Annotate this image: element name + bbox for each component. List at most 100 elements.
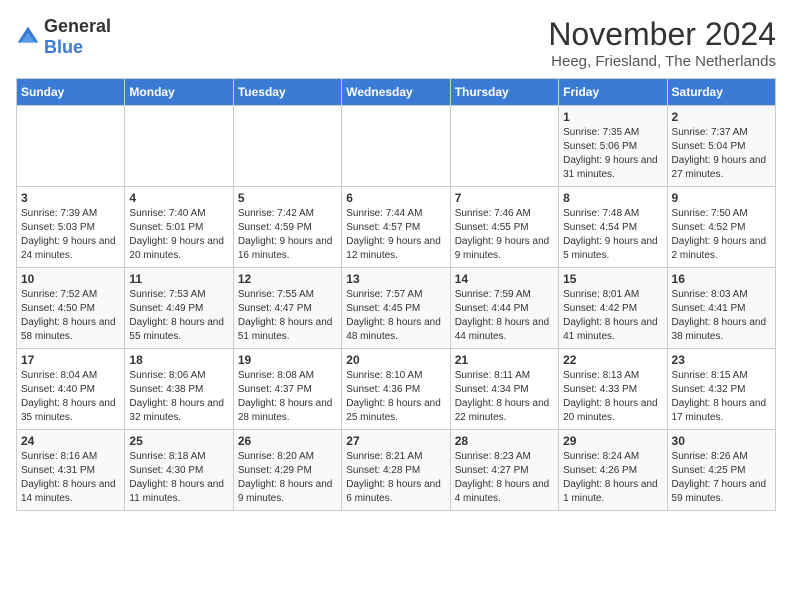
day-info: Sunrise: 7:40 AM Sunset: 5:01 PM Dayligh… xyxy=(129,207,228,263)
logo-blue-text: Blue xyxy=(44,37,83,57)
calendar-cell: 30 Sunrise: 8:26 AM Sunset: 4:25 PM Dayli… xyxy=(667,430,775,511)
calendar-cell: 27 Sunrise: 8:21 AM Sunset: 4:28 PM Dayli… xyxy=(342,430,450,511)
day-info: Sunrise: 8:21 AM Sunset: 4:28 PM Dayligh… xyxy=(346,450,445,506)
logo-icon xyxy=(16,25,40,49)
day-number: 22 xyxy=(563,353,662,367)
day-number: 23 xyxy=(672,353,771,367)
day-info: Sunrise: 8:26 AM Sunset: 4:25 PM Dayligh… xyxy=(672,450,771,506)
day-number: 19 xyxy=(238,353,337,367)
calendar-cell: 23 Sunrise: 8:15 AM Sunset: 4:32 PM Dayli… xyxy=(667,349,775,430)
day-info: Sunrise: 8:18 AM Sunset: 4:30 PM Dayligh… xyxy=(129,450,228,506)
calendar-cell xyxy=(125,106,233,187)
day-number: 10 xyxy=(21,272,120,286)
calendar-cell: 13Sunrise: 7:57 AM Sunset: 4:45 PM Dayli… xyxy=(342,268,450,349)
month-title: November 2024 xyxy=(548,16,776,53)
calendar-cell: 20 Sunrise: 8:10 AM Sunset: 4:36 PM Dayli… xyxy=(342,349,450,430)
day-number: 15 xyxy=(563,272,662,286)
day-info: Sunrise: 8:23 AM Sunset: 4:27 PM Dayligh… xyxy=(455,450,554,506)
day-info: Sunrise: 7:55 AM Sunset: 4:47 PM Dayligh… xyxy=(238,288,337,344)
calendar-cell: 19 Sunrise: 8:08 AM Sunset: 4:37 PM Dayli… xyxy=(233,349,341,430)
calendar-cell: 25 Sunrise: 8:18 AM Sunset: 4:30 PM Dayli… xyxy=(125,430,233,511)
location-title: Heeg, Friesland, The Netherlands xyxy=(548,53,776,70)
day-number: 28 xyxy=(455,434,554,448)
calendar-cell: 6 Sunrise: 7:44 AM Sunset: 4:57 PM Daylig… xyxy=(342,187,450,268)
day-number: 14 xyxy=(455,272,554,286)
header-tuesday: Tuesday xyxy=(233,79,341,106)
day-info: Sunrise: 7:44 AM Sunset: 4:57 PM Dayligh… xyxy=(346,207,445,263)
calendar-cell xyxy=(233,106,341,187)
day-info: Sunrise: 7:50 AM Sunset: 4:52 PM Dayligh… xyxy=(672,207,771,263)
day-number: 2 xyxy=(672,110,771,124)
day-info: Sunrise: 8:03 AM Sunset: 4:41 PM Dayligh… xyxy=(672,288,771,344)
day-number: 16 xyxy=(672,272,771,286)
calendar-cell: 15 Sunrise: 8:01 AM Sunset: 4:42 PM Dayli… xyxy=(559,268,667,349)
calendar-cell: 11Sunrise: 7:53 AM Sunset: 4:49 PM Dayli… xyxy=(125,268,233,349)
day-info: Sunrise: 7:52 AM Sunset: 4:50 PM Dayligh… xyxy=(21,288,120,344)
day-info: Sunrise: 8:01 AM Sunset: 4:42 PM Dayligh… xyxy=(563,288,662,344)
day-number: 30 xyxy=(672,434,771,448)
day-number: 26 xyxy=(238,434,337,448)
header-friday: Friday xyxy=(559,79,667,106)
calendar-cell: 2 Sunrise: 7:37 AM Sunset: 5:04 PM Daylig… xyxy=(667,106,775,187)
calendar-cell: 26 Sunrise: 8:20 AM Sunset: 4:29 PM Dayli… xyxy=(233,430,341,511)
calendar-cell: 8Sunrise: 7:48 AM Sunset: 4:54 PM Daylig… xyxy=(559,187,667,268)
day-info: Sunrise: 7:46 AM Sunset: 4:55 PM Dayligh… xyxy=(455,207,554,263)
day-info: Sunrise: 8:10 AM Sunset: 4:36 PM Dayligh… xyxy=(346,369,445,425)
header-saturday: Saturday xyxy=(667,79,775,106)
calendar-header-row: SundayMondayTuesdayWednesdayThursdayFrid… xyxy=(17,79,776,106)
calendar-cell: 1 Sunrise: 7:35 AM Sunset: 5:06 PM Daylig… xyxy=(559,106,667,187)
day-info: Sunrise: 7:59 AM Sunset: 4:44 PM Dayligh… xyxy=(455,288,554,344)
week-row-3: 10 Sunrise: 7:52 AM Sunset: 4:50 PM Dayli… xyxy=(17,268,776,349)
calendar-table: SundayMondayTuesdayWednesdayThursdayFrid… xyxy=(16,78,776,511)
day-number: 1 xyxy=(563,110,662,124)
header-sunday: Sunday xyxy=(17,79,125,106)
day-number: 25 xyxy=(129,434,228,448)
week-row-2: 3Sunrise: 7:39 AM Sunset: 5:03 PM Daylig… xyxy=(17,187,776,268)
calendar-cell: 4Sunrise: 7:40 AM Sunset: 5:01 PM Daylig… xyxy=(125,187,233,268)
day-info: Sunrise: 8:04 AM Sunset: 4:40 PM Dayligh… xyxy=(21,369,120,425)
day-number: 27 xyxy=(346,434,445,448)
day-number: 17 xyxy=(21,353,120,367)
day-number: 13 xyxy=(346,272,445,286)
day-number: 6 xyxy=(346,191,445,205)
day-info: Sunrise: 8:20 AM Sunset: 4:29 PM Dayligh… xyxy=(238,450,337,506)
day-info: Sunrise: 7:35 AM Sunset: 5:06 PM Dayligh… xyxy=(563,126,662,182)
calendar-cell: 7 Sunrise: 7:46 AM Sunset: 4:55 PM Daylig… xyxy=(450,187,558,268)
calendar-cell: 22 Sunrise: 8:13 AM Sunset: 4:33 PM Dayli… xyxy=(559,349,667,430)
header: General Blue November 2024 Heeg, Friesla… xyxy=(16,16,776,70)
calendar-cell: 14 Sunrise: 7:59 AM Sunset: 4:44 PM Dayli… xyxy=(450,268,558,349)
header-thursday: Thursday xyxy=(450,79,558,106)
day-info: Sunrise: 8:06 AM Sunset: 4:38 PM Dayligh… xyxy=(129,369,228,425)
header-monday: Monday xyxy=(125,79,233,106)
calendar-cell: 24Sunrise: 8:16 AM Sunset: 4:31 PM Dayli… xyxy=(17,430,125,511)
day-number: 11 xyxy=(129,272,228,286)
calendar-cell: 29 Sunrise: 8:24 AM Sunset: 4:26 PM Dayli… xyxy=(559,430,667,511)
week-row-5: 24Sunrise: 8:16 AM Sunset: 4:31 PM Dayli… xyxy=(17,430,776,511)
calendar-cell: 12Sunrise: 7:55 AM Sunset: 4:47 PM Dayli… xyxy=(233,268,341,349)
calendar-cell: 21 Sunrise: 8:11 AM Sunset: 4:34 PM Dayli… xyxy=(450,349,558,430)
calendar-cell: 28 Sunrise: 8:23 AM Sunset: 4:27 PM Dayli… xyxy=(450,430,558,511)
calendar-cell xyxy=(17,106,125,187)
day-info: Sunrise: 8:13 AM Sunset: 4:33 PM Dayligh… xyxy=(563,369,662,425)
day-number: 20 xyxy=(346,353,445,367)
week-row-4: 17 Sunrise: 8:04 AM Sunset: 4:40 PM Dayli… xyxy=(17,349,776,430)
day-number: 21 xyxy=(455,353,554,367)
day-number: 7 xyxy=(455,191,554,205)
calendar-cell: 3Sunrise: 7:39 AM Sunset: 5:03 PM Daylig… xyxy=(17,187,125,268)
day-info: Sunrise: 7:37 AM Sunset: 5:04 PM Dayligh… xyxy=(672,126,771,182)
day-number: 5 xyxy=(238,191,337,205)
day-info: Sunrise: 7:48 AM Sunset: 4:54 PM Dayligh… xyxy=(563,207,662,263)
day-info: Sunrise: 8:11 AM Sunset: 4:34 PM Dayligh… xyxy=(455,369,554,425)
calendar-cell: 10 Sunrise: 7:52 AM Sunset: 4:50 PM Dayli… xyxy=(17,268,125,349)
day-info: Sunrise: 8:15 AM Sunset: 4:32 PM Dayligh… xyxy=(672,369,771,425)
logo: General Blue xyxy=(16,16,111,58)
day-number: 29 xyxy=(563,434,662,448)
calendar-cell: 9Sunrise: 7:50 AM Sunset: 4:52 PM Daylig… xyxy=(667,187,775,268)
day-number: 3 xyxy=(21,191,120,205)
day-info: Sunrise: 8:24 AM Sunset: 4:26 PM Dayligh… xyxy=(563,450,662,506)
calendar-cell: 18Sunrise: 8:06 AM Sunset: 4:38 PM Dayli… xyxy=(125,349,233,430)
day-info: Sunrise: 8:08 AM Sunset: 4:37 PM Dayligh… xyxy=(238,369,337,425)
day-number: 24 xyxy=(21,434,120,448)
calendar-cell xyxy=(342,106,450,187)
title-area: November 2024 Heeg, Friesland, The Nethe… xyxy=(548,16,776,70)
